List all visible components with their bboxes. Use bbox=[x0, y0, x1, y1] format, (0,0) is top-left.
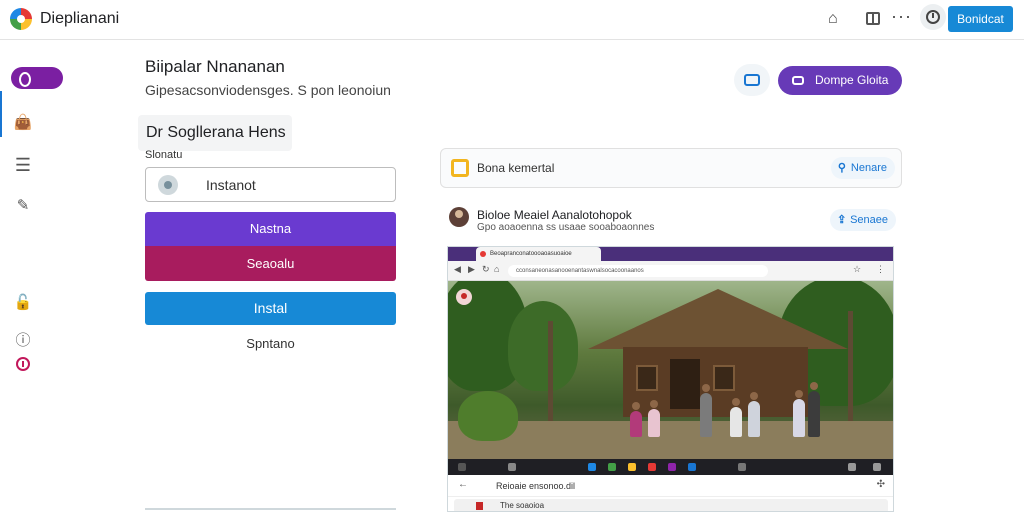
page-title: Biipalar Nnananan bbox=[145, 57, 285, 76]
app-icon[interactable] bbox=[688, 463, 696, 471]
side-panel-icon[interactable] bbox=[866, 12, 880, 25]
home-icon[interactable]: ⌂ bbox=[494, 264, 499, 274]
app-icon[interactable] bbox=[738, 463, 746, 471]
house-door bbox=[670, 359, 700, 409]
app-logo-icon[interactable] bbox=[10, 8, 32, 30]
house-roof bbox=[588, 289, 848, 349]
lock-icon[interactable]: 🔓 bbox=[13, 293, 33, 311]
app-icon[interactable] bbox=[588, 463, 596, 471]
rail-create-button[interactable] bbox=[11, 67, 63, 89]
person bbox=[748, 392, 760, 437]
back-icon[interactable]: ← bbox=[458, 479, 468, 490]
browser-preview: Beoapranconatoooaoasuoaioe ◀ ▶ ↻ ⌂ ccons… bbox=[447, 246, 894, 512]
post-header: Bioloe Meaiel Aanalotohopok Gpo aoaoenna… bbox=[440, 200, 902, 240]
browser-toolbar: ◀ ▶ ↻ ⌂ cconsaneonasanooenantaswnalsocac… bbox=[448, 261, 893, 281]
info-icon[interactable]: ⓘ bbox=[13, 329, 33, 350]
install-button[interactable]: Instal bbox=[145, 292, 396, 325]
house-window bbox=[636, 365, 658, 391]
reload-icon[interactable]: ↻ bbox=[482, 264, 490, 275]
avatar[interactable] bbox=[449, 207, 469, 227]
preview-button[interactable] bbox=[734, 64, 770, 96]
app-icon[interactable] bbox=[648, 463, 656, 471]
photo-village-house bbox=[448, 281, 893, 459]
post-subtitle: Gpo aoaoenna ss usaae sooaboaonnes bbox=[477, 222, 655, 233]
pen-icon[interactable]: ✎ bbox=[13, 196, 33, 214]
start-icon[interactable] bbox=[458, 463, 466, 471]
primary-action-button[interactable]: Dompe Gloita bbox=[778, 66, 902, 95]
rail-active-indicator bbox=[0, 91, 2, 137]
clock-icon bbox=[926, 10, 940, 24]
browser-tab-strip: Beoapranconatoooaoasuoaioe bbox=[448, 247, 893, 261]
tree bbox=[508, 301, 578, 391]
expand-icon[interactable]: ✣ bbox=[877, 479, 885, 490]
history-button[interactable] bbox=[920, 4, 946, 30]
house-window bbox=[713, 365, 735, 391]
person bbox=[730, 398, 742, 437]
card-label: Bona kemertal bbox=[477, 161, 555, 175]
browser-tab[interactable]: Beoapranconatoooaoasuoaioe bbox=[476, 247, 601, 261]
tray-icon[interactable] bbox=[873, 463, 881, 471]
card-search-button[interactable]: ⚲ Nenare bbox=[830, 157, 895, 179]
taskbar bbox=[448, 459, 893, 475]
palm-trunk bbox=[848, 311, 853, 421]
section-heading: Dr Sogllerana Hens bbox=[138, 115, 292, 151]
post-title: Bioloe Meaiel Aanalotohopok bbox=[477, 208, 632, 222]
card-search-label: Nenare bbox=[850, 162, 887, 174]
palm-trunk bbox=[548, 321, 553, 421]
field-label: Slonatu bbox=[145, 149, 183, 161]
magenta-action-button[interactable]: Seaoalu bbox=[145, 246, 396, 281]
secondary-link[interactable]: Spntano bbox=[145, 336, 396, 351]
purple-action-button[interactable]: Nastna bbox=[145, 212, 396, 246]
share-label: Senaee bbox=[850, 214, 888, 226]
left-rail: 👜 ☰ ✎ 🔓 ⓘ bbox=[0, 41, 63, 512]
menu-icon[interactable]: ☰ bbox=[13, 155, 33, 176]
download-bar: ← Reioaie ensonoo.dil ✣ bbox=[448, 475, 893, 497]
search-icon: ⚲ bbox=[837, 162, 846, 174]
person bbox=[648, 400, 660, 437]
person bbox=[808, 382, 820, 437]
tray-icon[interactable] bbox=[848, 463, 856, 471]
bag-icon[interactable]: 👜 bbox=[13, 113, 33, 131]
page-subtitle: Gipesacsonviodensges. S pon leonoiun bbox=[145, 82, 391, 98]
alert-icon[interactable] bbox=[16, 357, 30, 371]
menu-icon[interactable]: ⋮ bbox=[876, 264, 885, 275]
window-icon bbox=[744, 74, 760, 86]
folder-icon bbox=[451, 159, 469, 177]
home-icon[interactable]: ⌂ bbox=[828, 9, 838, 29]
person bbox=[630, 402, 642, 437]
back-icon[interactable]: ◀ bbox=[454, 264, 461, 275]
forward-icon[interactable]: ▶ bbox=[468, 264, 475, 275]
app-icon[interactable] bbox=[628, 463, 636, 471]
pin-icon[interactable] bbox=[456, 289, 472, 305]
more-options-icon[interactable]: ··· bbox=[891, 6, 912, 26]
app-icon[interactable] bbox=[668, 463, 676, 471]
top-primary-button[interactable]: Bonidcat bbox=[948, 6, 1013, 32]
window-icon bbox=[792, 76, 804, 85]
primary-action-label: Dompe Gloita bbox=[815, 73, 889, 87]
app-icon[interactable] bbox=[608, 463, 616, 471]
app-title: Dieplianani bbox=[40, 10, 120, 27]
info-card: Bona kemertal ⚲ Nenare bbox=[440, 148, 902, 188]
account-field[interactable]: Instanot bbox=[145, 167, 396, 202]
file-label: The soaoioa bbox=[500, 501, 545, 510]
person bbox=[700, 384, 712, 437]
file-icon bbox=[476, 502, 483, 510]
search-icon[interactable] bbox=[508, 463, 516, 471]
download-label[interactable]: Reioaie ensonoo.dil bbox=[496, 481, 575, 491]
person bbox=[793, 390, 805, 437]
shrub bbox=[458, 391, 518, 441]
share-button[interactable]: ⇪ Senaee bbox=[830, 209, 896, 231]
button-stack: Nastna Seaoalu bbox=[145, 212, 396, 281]
field-value: Instanot bbox=[206, 177, 256, 193]
bookmark-icon[interactable]: ☆ bbox=[853, 264, 861, 275]
file-row[interactable]: The soaoioa bbox=[454, 499, 888, 511]
top-bar: Dieplianani ⌂ ··· Bonidcat bbox=[0, 0, 1024, 40]
address-bar[interactable]: cconsaneonasanooenantaswnalsocacoonaanos bbox=[508, 265, 768, 277]
share-icon: ⇪ bbox=[837, 214, 847, 226]
divider bbox=[145, 508, 396, 510]
avatar-icon bbox=[158, 175, 178, 195]
